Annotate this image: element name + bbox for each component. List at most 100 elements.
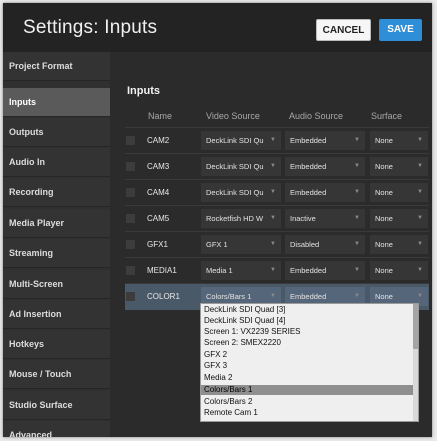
dropdown-option[interactable]: Media 2	[201, 373, 413, 383]
surface-value: None	[375, 292, 393, 301]
audio-source-select[interactable]: Inactive ▼	[285, 209, 365, 228]
audio-source-value: Inactive	[290, 214, 316, 223]
table-row[interactable]: MEDIA1 Media 1 ▼ Embedded ▼ None ▼	[125, 257, 429, 284]
input-name: CAM4	[147, 188, 170, 197]
chevron-down-icon: ▼	[354, 215, 360, 221]
surface-select[interactable]: None ▼	[370, 157, 428, 176]
sidebar-item-ad-insertion[interactable]: Ad Insertion	[3, 300, 110, 329]
chevron-down-icon: ▼	[270, 267, 276, 273]
table-row[interactable]: CAM5 Rocketfish HD W ▼ Inactive ▼ None ▼	[125, 205, 429, 232]
header-bar: Settings: Inputs CANCEL SAVE	[3, 3, 432, 52]
input-name: MEDIA1	[147, 266, 177, 275]
dropdown-option[interactable]: DeckLink SDI Quad [3]	[201, 305, 413, 315]
dropdown-option[interactable]: Screen 2: SMEX2220	[201, 338, 413, 348]
save-button[interactable]: SAVE	[379, 19, 422, 41]
sidebar-item-streaming[interactable]: Streaming	[3, 239, 110, 268]
scrollbar-thumb[interactable]	[413, 304, 418, 349]
drag-handle-icon[interactable]	[126, 162, 135, 171]
sidebar-item-audio-in[interactable]: Audio In	[3, 148, 110, 177]
sidebar-item-advanced[interactable]: Advanced	[3, 421, 110, 437]
input-name: GFX1	[147, 240, 168, 249]
input-name: CAM3	[147, 162, 170, 171]
chevron-down-icon: ▼	[417, 163, 423, 169]
audio-source-value: Embedded	[290, 162, 327, 171]
sidebar-item-recording[interactable]: Recording	[3, 178, 110, 207]
audio-source-value: Embedded	[290, 292, 327, 301]
audio-source-select[interactable]: Embedded ▼	[285, 183, 365, 202]
surface-value: None	[375, 266, 393, 275]
chevron-down-icon: ▼	[417, 241, 423, 247]
input-name: CAM2	[147, 136, 170, 145]
page-title: Settings: Inputs	[23, 17, 158, 38]
input-name: CAM5	[147, 214, 170, 223]
video-source-select[interactable]: DeckLink SDI Qu ▼	[201, 131, 281, 150]
column-header-name: Name	[148, 111, 173, 121]
dropdown-option[interactable]: DeckLink SDI Quad [4]	[201, 316, 413, 326]
audio-source-select[interactable]: Embedded ▼	[285, 157, 365, 176]
surface-value: None	[375, 214, 393, 223]
sidebar-item-multi-screen[interactable]: Multi-Screen	[3, 270, 110, 299]
surface-value: None	[375, 136, 393, 145]
sidebar-item-media-player[interactable]: Media Player	[3, 209, 110, 238]
column-header-audio-source: Audio Source	[289, 111, 344, 121]
dropdown-option[interactable]: Remote Cam 1	[201, 408, 413, 418]
sidebar-item-mouse-touch[interactable]: Mouse / Touch	[3, 360, 110, 389]
drag-handle-icon[interactable]	[126, 292, 135, 301]
chevron-down-icon: ▼	[354, 163, 360, 169]
drag-handle-icon[interactable]	[126, 214, 135, 223]
table-row[interactable]: CAM3 DeckLink SDI Qu ▼ Embedded ▼ None ▼	[125, 153, 429, 180]
chevron-down-icon: ▼	[354, 241, 360, 247]
chevron-down-icon: ▼	[417, 189, 423, 195]
chevron-down-icon: ▼	[354, 137, 360, 143]
input-name: COLOR1	[147, 292, 180, 301]
drag-handle-icon[interactable]	[126, 240, 135, 249]
dropdown-option-highlighted[interactable]: Colors/Bars 1	[201, 385, 413, 395]
dropdown-option[interactable]: Colors/Bars 2	[201, 397, 413, 407]
audio-source-select[interactable]: Disabled ▼	[285, 235, 365, 254]
sidebar-item-hotkeys[interactable]: Hotkeys	[3, 330, 110, 359]
column-header-surface: Surface	[371, 111, 403, 121]
sidebar-item-project-format[interactable]: Project Format	[3, 52, 110, 81]
sidebar-item-studio-surface[interactable]: Studio Surface	[3, 391, 110, 420]
surface-select[interactable]: None ▼	[370, 209, 428, 228]
dropdown-option[interactable]: Screen 1: VX2239 SERIES	[201, 327, 413, 337]
section-title: Inputs	[127, 85, 160, 97]
chevron-down-icon: ▼	[270, 137, 276, 143]
surface-value: None	[375, 240, 393, 249]
surface-select[interactable]: None ▼	[370, 183, 428, 202]
video-source-select[interactable]: DeckLink SDI Qu ▼	[201, 157, 281, 176]
settings-window: Settings: Inputs CANCEL SAVE Project For…	[3, 3, 432, 437]
sidebar-item-inputs[interactable]: Inputs	[3, 88, 110, 117]
table-row[interactable]: CAM4 DeckLink SDI Qu ▼ Embedded ▼ None ▼	[125, 179, 429, 206]
video-source-value: Media 1	[206, 266, 233, 275]
surface-select[interactable]: None ▼	[370, 131, 428, 150]
audio-source-value: Disabled	[290, 240, 320, 249]
table-row[interactable]: GFX1 GFX 1 ▼ Disabled ▼ None ▼	[125, 231, 429, 258]
audio-source-value: Embedded	[290, 188, 327, 197]
drag-handle-icon[interactable]	[126, 136, 135, 145]
video-source-select[interactable]: Media 1 ▼	[201, 261, 281, 280]
drag-handle-icon[interactable]	[126, 266, 135, 275]
surface-select[interactable]: None ▼	[370, 235, 428, 254]
audio-source-select[interactable]: Embedded ▼	[285, 261, 365, 280]
video-source-value: DeckLink SDI Qu	[206, 162, 264, 171]
video-source-select[interactable]: Rocketfish HD W ▼	[201, 209, 281, 228]
cancel-button[interactable]: CANCEL	[316, 19, 371, 41]
video-source-select[interactable]: DeckLink SDI Qu ▼	[201, 183, 281, 202]
surface-select[interactable]: None ▼	[370, 261, 428, 280]
dropdown-option[interactable]: GFX 2	[201, 350, 413, 360]
audio-source-select[interactable]: Embedded ▼	[285, 131, 365, 150]
drag-handle-icon[interactable]	[126, 188, 135, 197]
dropdown-option[interactable]: GFX 3	[201, 361, 413, 371]
surface-value: None	[375, 188, 393, 197]
chevron-down-icon: ▼	[270, 163, 276, 169]
video-source-select[interactable]: GFX 1 ▼	[201, 235, 281, 254]
video-source-dropdown-list[interactable]: DeckLink SDI Quad [3] DeckLink SDI Quad …	[200, 303, 419, 422]
table-row[interactable]: CAM2 DeckLink SDI Qu ▼ Embedded ▼ None ▼	[125, 127, 429, 154]
dropdown-scrollbar[interactable]	[413, 304, 418, 421]
sidebar-item-outputs[interactable]: Outputs	[3, 118, 110, 147]
chevron-down-icon: ▼	[417, 137, 423, 143]
video-source-value: GFX 1	[206, 240, 228, 249]
chevron-down-icon: ▼	[270, 189, 276, 195]
video-source-value: DeckLink SDI Qu	[206, 188, 264, 197]
